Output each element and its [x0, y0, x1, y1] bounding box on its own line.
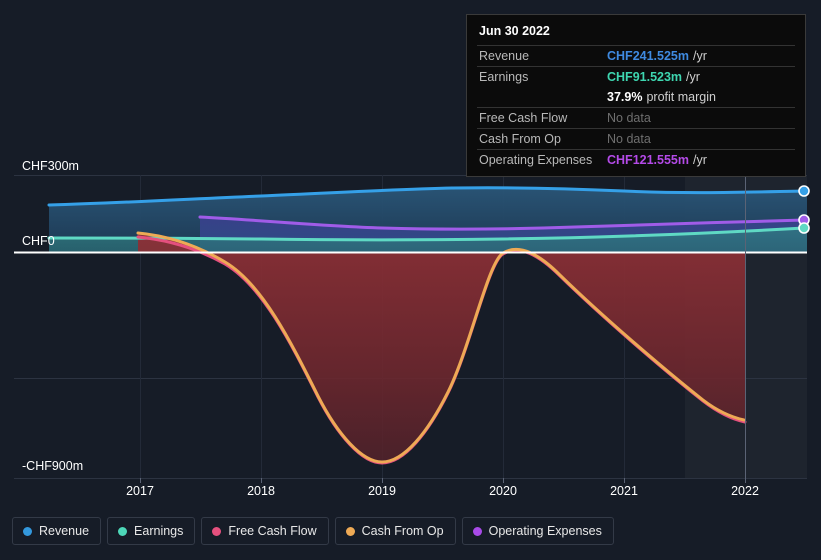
tooltip-value-cash-from-op: No data	[607, 132, 651, 146]
legend-item-operating-expenses[interactable]: Operating Expenses	[461, 517, 614, 545]
legend-label-cash-from-op: Cash From Op	[361, 524, 444, 538]
y-axis-label-zero: CHF0	[22, 234, 55, 248]
legend-item-earnings[interactable]: Earnings	[107, 517, 196, 545]
legend-item-revenue[interactable]: Revenue	[12, 517, 102, 545]
legend-label-revenue: Revenue	[39, 524, 90, 538]
tooltip-label-earnings: Earnings	[479, 70, 529, 84]
legend-item-cash-from-op[interactable]: Cash From Op	[334, 517, 456, 545]
x-axis-label-2021: 2021	[610, 484, 638, 498]
tooltip-value-revenue: CHF241.525m	[607, 49, 689, 63]
legend-label-free-cash-flow: Free Cash Flow	[228, 524, 317, 538]
tooltip-row-earnings: Earnings CHF91.523m /yr	[477, 66, 795, 87]
tooltip-value-profit-margin: 37.9%	[607, 90, 643, 104]
tooltip-row-operating-expenses: Operating Expenses CHF121.555m /yr	[477, 149, 795, 170]
legend-item-free-cash-flow[interactable]: Free Cash Flow	[201, 517, 329, 545]
chart-legend: Revenue Earnings Free Cash Flow Cash Fro…	[12, 517, 614, 545]
legend-label-operating-expenses: Operating Expenses	[488, 524, 602, 538]
y-axis-label-top: CHF300m	[22, 159, 79, 173]
tooltip-row-profit-margin: 37.9% profit margin	[477, 87, 795, 107]
tooltip-label-revenue: Revenue	[479, 49, 530, 63]
tooltip-value-free-cash-flow: No data	[607, 111, 651, 125]
tooltip-row-free-cash-flow: Free Cash Flow No data	[477, 107, 795, 128]
tooltip-value-operating-expenses: CHF121.555m	[607, 153, 689, 167]
legend-label-earnings: Earnings	[134, 524, 184, 538]
tooltip-value-earnings: CHF91.523m	[607, 70, 683, 84]
x-axis-label-2017: 2017	[126, 484, 154, 498]
endpoint-marker-revenue	[798, 185, 810, 197]
legend-dot-free-cash-flow	[212, 526, 222, 536]
tooltip-date: Jun 30 2022	[479, 24, 550, 38]
legend-dot-earnings	[118, 526, 128, 536]
x-axis-label-2022: 2022	[731, 484, 759, 498]
tooltip-row-cash-from-op: Cash From Op No data	[477, 128, 795, 149]
x-axis-label-2020: 2020	[489, 484, 517, 498]
legend-dot-operating-expenses	[472, 526, 482, 536]
stock-financials-chart: CHF300m CHF0 -CHF900m 2017 2018 2019 202…	[0, 0, 821, 560]
endpoint-marker-earnings	[798, 222, 810, 234]
tooltip-suffix-profit-margin: profit margin	[646, 90, 716, 104]
tooltip-suffix-earnings: /yr	[686, 70, 700, 84]
tooltip-label-operating-expenses: Operating Expenses	[479, 153, 593, 167]
tooltip-suffix-revenue: /yr	[693, 49, 707, 63]
tooltip-label-free-cash-flow: Free Cash Flow	[479, 111, 568, 125]
hover-tooltip: Jun 30 2022 Revenue CHF241.525m /yr Earn…	[466, 14, 806, 177]
x-axis-label-2018: 2018	[247, 484, 275, 498]
tooltip-suffix-operating-expenses: /yr	[693, 153, 707, 167]
tooltip-label-cash-from-op: Cash From Op	[479, 132, 561, 146]
x-axis-label-2019: 2019	[368, 484, 396, 498]
tooltip-row-revenue: Revenue CHF241.525m /yr	[477, 45, 795, 66]
y-axis-label-bottom: -CHF900m	[22, 459, 84, 473]
legend-dot-cash-from-op	[345, 526, 355, 536]
legend-dot-revenue	[23, 526, 32, 536]
